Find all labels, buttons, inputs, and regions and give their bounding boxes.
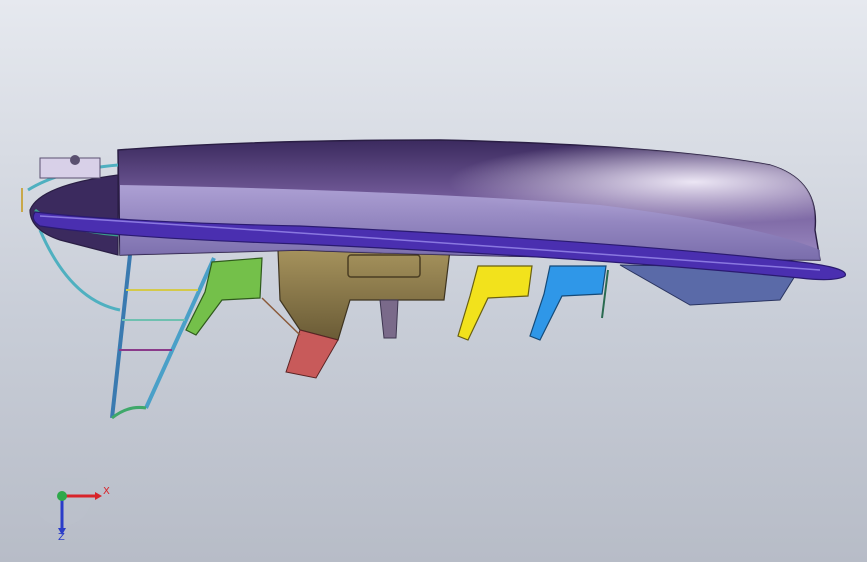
boarding-ladder[interactable] — [38, 229, 216, 420]
orientation-triad: X Z — [40, 478, 120, 548]
engine-assembly[interactable] — [261, 249, 451, 379]
seat-yellow[interactable] — [457, 265, 533, 341]
boat-model-3d[interactable] — [0, 0, 867, 562]
x-axis-label: X — [103, 486, 110, 497]
triad-shadow — [40, 478, 92, 526]
y-axis-dot — [57, 491, 67, 501]
z-axis-label: Z — [58, 532, 65, 543]
graphics-viewport[interactable]: X Z — [0, 0, 867, 562]
x-axis-arrowhead — [95, 492, 102, 500]
seat-blue[interactable] — [529, 265, 607, 341]
